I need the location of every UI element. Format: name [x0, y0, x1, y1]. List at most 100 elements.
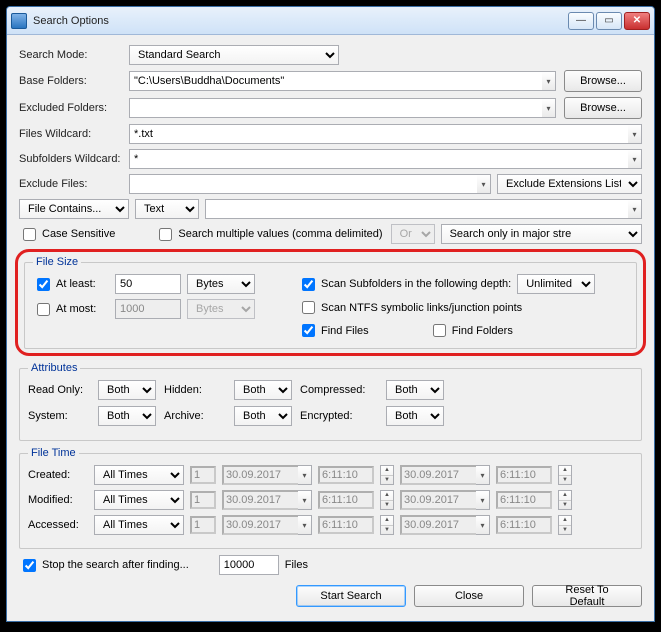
or-and-select: Or	[391, 224, 435, 244]
at-least-unit-select[interactable]: Bytes	[187, 274, 255, 294]
close-button[interactable]: ✕	[624, 12, 650, 30]
accessed-from-time	[318, 516, 374, 534]
label-files-wildcard: Files Wildcard:	[19, 128, 129, 140]
file-time-group: File Time Created:All Times▾▲▼▾▲▼Modifie…	[19, 447, 642, 549]
excluded-folders-dropdown-icon[interactable]: ▾	[542, 98, 556, 118]
hidden-select[interactable]: Both	[234, 380, 292, 400]
find-files-checkbox[interactable]: Find Files	[298, 321, 369, 340]
files-wildcard-input[interactable]	[129, 124, 628, 144]
spinner-icon: ▲▼	[558, 490, 572, 510]
spinner-icon: ▲▼	[558, 465, 572, 485]
app-icon	[11, 13, 27, 29]
exclude-mode-select[interactable]: Exclude Extensions List	[497, 174, 642, 194]
subfolders-wildcard-dropdown-icon[interactable]: ▾	[628, 149, 642, 169]
browse-excluded-button[interactable]: Browse...	[564, 97, 642, 119]
label-archive: Archive:	[164, 410, 226, 422]
start-search-button[interactable]: Start Search	[296, 585, 406, 607]
created-to-time	[496, 466, 552, 484]
search-scope-select[interactable]: Search only in major stre	[441, 224, 642, 244]
case-sensitive-checkbox[interactable]: Case Sensitive	[19, 225, 115, 244]
stop-after-input[interactable]	[219, 555, 279, 575]
file-contains-select[interactable]: File Contains...	[19, 199, 129, 219]
chevron-down-icon: ▾	[476, 515, 490, 535]
chevron-down-icon: ▾	[298, 515, 312, 535]
attributes-group: Attributes Read Only: Both Hidden: Both …	[19, 362, 642, 441]
label-hidden: Hidden:	[164, 384, 226, 396]
attributes-legend: Attributes	[28, 362, 80, 374]
encrypted-select[interactable]: Both	[386, 406, 444, 426]
spinner-icon: ▲▼	[380, 515, 394, 535]
system-select[interactable]: Both	[98, 406, 156, 426]
file-contains-input[interactable]	[205, 199, 628, 219]
file-size-group: File Size At least: Bytes At most: Bytes	[24, 256, 637, 349]
excluded-folders-input[interactable]	[129, 98, 542, 118]
highlight-box: File Size At least: Bytes At most: Bytes	[15, 249, 646, 356]
spinner-icon: ▲▼	[380, 490, 394, 510]
accessed-n-input	[190, 516, 216, 534]
search-options-window: Search Options — ▭ ✕ Search Mode: Standa…	[6, 6, 655, 622]
accessed-mode-select[interactable]: All Times	[94, 515, 184, 535]
at-most-input	[115, 299, 181, 319]
scan-subfolders-checkbox[interactable]: Scan Subfolders in the following depth:	[298, 275, 511, 294]
find-folders-checkbox[interactable]: Find Folders	[429, 321, 513, 340]
readonly-select[interactable]: Both	[98, 380, 156, 400]
at-most-checkbox[interactable]: At most:	[33, 300, 109, 319]
titlebar[interactable]: Search Options — ▭ ✕	[7, 7, 654, 35]
subfolders-wildcard-input[interactable]	[129, 149, 628, 169]
file-contains-dropdown-icon[interactable]: ▾	[628, 199, 642, 219]
base-folders-input[interactable]	[129, 71, 542, 91]
content-format-select[interactable]: Text	[135, 199, 199, 219]
file-size-legend: File Size	[33, 256, 81, 268]
created-n-input	[190, 466, 216, 484]
label-search-mode: Search Mode:	[19, 49, 129, 61]
at-least-checkbox[interactable]: At least:	[33, 275, 109, 294]
close-dialog-button[interactable]: Close	[414, 585, 524, 607]
created-to-date	[400, 465, 476, 485]
at-least-input[interactable]	[115, 274, 181, 294]
minimize-button[interactable]: —	[568, 12, 594, 30]
label-exclude-files: Exclude Files:	[19, 178, 129, 190]
modified-mode-select[interactable]: All Times	[94, 490, 184, 510]
base-folders-dropdown-icon[interactable]: ▾	[542, 71, 556, 91]
stop-after-checkbox[interactable]: Stop the search after finding...	[19, 556, 189, 575]
label-system: System:	[28, 410, 90, 422]
chevron-down-icon: ▾	[298, 490, 312, 510]
reset-default-button[interactable]: Reset To Default	[532, 585, 642, 607]
label-files: Files	[285, 559, 308, 571]
chevron-down-icon: ▾	[298, 465, 312, 485]
modified-to-date	[400, 490, 476, 510]
exclude-files-dropdown-icon[interactable]: ▾	[477, 174, 491, 194]
browse-base-button[interactable]: Browse...	[564, 70, 642, 92]
accessed-to-date	[400, 515, 476, 535]
maximize-button[interactable]: ▭	[596, 12, 622, 30]
accessed-from-date	[222, 515, 298, 535]
modified-from-date	[222, 490, 298, 510]
modified-n-input	[190, 491, 216, 509]
accessed-to-time	[496, 516, 552, 534]
chevron-down-icon: ▾	[476, 465, 490, 485]
depth-select[interactable]: Unlimited	[517, 274, 595, 294]
label-encrypted: Encrypted:	[300, 410, 378, 422]
modified-from-time	[318, 491, 374, 509]
modified-to-time	[496, 491, 552, 509]
label-compressed: Compressed:	[300, 384, 378, 396]
created-mode-select[interactable]: All Times	[94, 465, 184, 485]
label-readonly: Read Only:	[28, 384, 90, 396]
spinner-icon: ▲▼	[380, 465, 394, 485]
chevron-down-icon: ▾	[476, 490, 490, 510]
label-excluded-folders: Excluded Folders:	[19, 102, 129, 114]
label-created: Created:	[28, 469, 88, 481]
label-modified: Modified:	[28, 494, 88, 506]
compressed-select[interactable]: Both	[386, 380, 444, 400]
label-subfolders-wildcard: Subfolders Wildcard:	[19, 153, 129, 165]
files-wildcard-dropdown-icon[interactable]: ▾	[628, 124, 642, 144]
window-title: Search Options	[33, 15, 566, 27]
search-multiple-checkbox[interactable]: Search multiple values (comma delimited)	[155, 225, 382, 244]
created-from-date	[222, 465, 298, 485]
exclude-files-input[interactable]	[129, 174, 477, 194]
search-mode-select[interactable]: Standard Search	[129, 45, 339, 65]
scan-ntfs-checkbox[interactable]: Scan NTFS symbolic links/junction points	[298, 298, 628, 317]
archive-select[interactable]: Both	[234, 406, 292, 426]
label-accessed: Accessed:	[28, 519, 88, 531]
created-from-time	[318, 466, 374, 484]
